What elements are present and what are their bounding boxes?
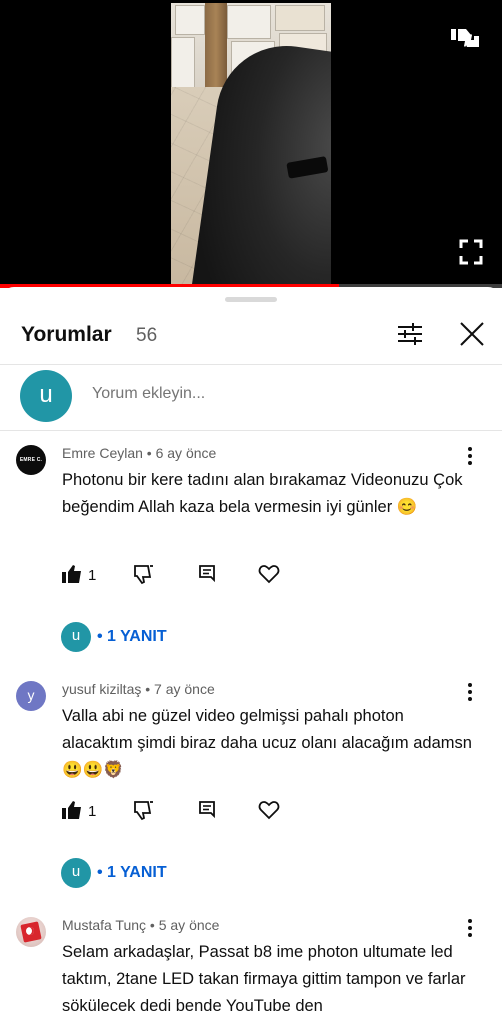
- comment-text: Selam arkadaşlar, Passat b8 ime photon u…: [62, 943, 466, 1015]
- reply-icon: [199, 801, 215, 819]
- comment-meta: Emre Ceylan • 6 ay önce: [62, 445, 217, 461]
- dislike-share-button[interactable]: [449, 22, 483, 54]
- comment-author-avatar[interactable]: EMRE C.: [16, 445, 46, 475]
- video-box: [175, 5, 205, 35]
- comments-title: Yorumlar: [21, 323, 112, 346]
- dislike-button[interactable]: [133, 563, 155, 589]
- more-options-button[interactable]: [462, 917, 478, 939]
- more-dot: [468, 933, 472, 937]
- comments-count: 56: [136, 325, 158, 346]
- video-player[interactable]: [0, 0, 502, 288]
- heart-button[interactable]: [258, 799, 280, 825]
- more-dot: [468, 683, 472, 687]
- view-replies-button[interactable]: u • 1 YANIT: [61, 858, 281, 888]
- flag-crescent: [26, 927, 34, 935]
- reply-button[interactable]: [197, 563, 219, 589]
- sort-icon: [398, 323, 422, 345]
- thumbs-down-icon: [134, 801, 153, 821]
- more-dot: [468, 454, 472, 458]
- heart-button[interactable]: [258, 563, 280, 589]
- sort-button[interactable]: [396, 321, 424, 347]
- comments-header: Yorumlar 56: [0, 309, 502, 365]
- comment-actions: 1: [0, 799, 502, 829]
- more-dot: [468, 690, 472, 694]
- sheet-drag-handle[interactable]: [225, 297, 277, 302]
- comment-meta: Mustafa Tunç • 5 ay önce: [62, 917, 220, 933]
- close-button[interactable]: [458, 320, 486, 348]
- dislike-share-icon: [451, 29, 479, 47]
- like-count: 1: [88, 567, 97, 584]
- view-replies-button[interactable]: u • 1 YANIT: [61, 622, 281, 652]
- reply-icon: [199, 565, 215, 583]
- video-pole: [205, 3, 227, 87]
- like-button[interactable]: [61, 799, 83, 825]
- comment-text: Valla abi ne güzel video gelmişsi pahalı…: [62, 707, 472, 779]
- heart-icon: [258, 801, 280, 820]
- comment-actions: 1: [0, 563, 502, 593]
- video-bumper-slot: [286, 156, 329, 179]
- close-icon: [460, 322, 484, 346]
- more-dot: [468, 461, 472, 465]
- replies-label: • 1 YANIT: [97, 628, 167, 645]
- more-options-button[interactable]: [462, 681, 478, 703]
- video-frame: [171, 3, 331, 285]
- fullscreen-button[interactable]: [458, 238, 484, 266]
- more-dot: [468, 919, 472, 923]
- thumbs-up-icon: [62, 801, 81, 819]
- add-comment-row: u: [0, 365, 502, 431]
- comment-text: Photonu bir kere tadını alan bırakamaz V…: [62, 471, 463, 516]
- video-box: [171, 37, 195, 93]
- like-count: 1: [88, 803, 97, 820]
- heart-icon: [258, 565, 280, 584]
- comments-sheet: Yorumlar 56 u EMRE C. Emre Ceylan • 6 ay…: [0, 287, 502, 1024]
- comment-author-avatar[interactable]: [16, 917, 46, 947]
- reply-author-avatar: u: [61, 858, 91, 888]
- thumbs-down-icon: [134, 565, 153, 585]
- like-button[interactable]: [61, 563, 83, 589]
- user-avatar[interactable]: u: [20, 370, 72, 422]
- reply-button[interactable]: [197, 799, 219, 825]
- fullscreen-icon: [459, 239, 483, 265]
- more-dot: [468, 447, 472, 451]
- thumbs-up-icon: [62, 565, 81, 583]
- more-dot: [468, 926, 472, 930]
- video-box: [227, 5, 271, 39]
- comment-author-avatar[interactable]: y: [16, 681, 46, 711]
- more-dot: [468, 697, 472, 701]
- more-options-button[interactable]: [462, 445, 478, 467]
- replies-label: • 1 YANIT: [97, 864, 167, 881]
- video-box: [275, 5, 325, 31]
- dislike-button[interactable]: [133, 799, 155, 825]
- comment-meta: yusuf kiziltaş • 7 ay önce: [62, 681, 215, 697]
- add-comment-input[interactable]: [92, 385, 472, 403]
- reply-author-avatar: u: [61, 622, 91, 652]
